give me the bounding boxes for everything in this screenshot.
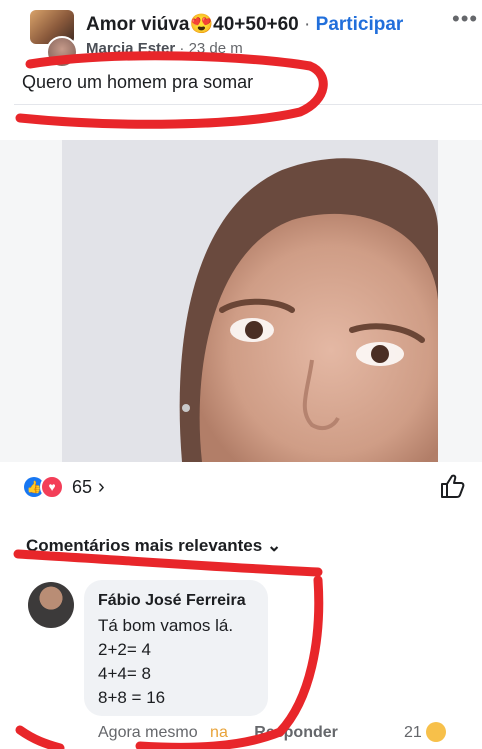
photo-illustration: [62, 140, 438, 462]
group-name-link[interactable]: Amor viúva: [86, 14, 189, 35]
more-options-icon[interactable]: •••: [452, 6, 478, 32]
comment-actions: Agora mesmo na Responder: [98, 724, 338, 742]
chevron-right-icon: ›: [98, 475, 105, 498]
comment-reply-button[interactable]: Responder: [254, 724, 338, 741]
comment-like-button[interactable]: na: [210, 724, 228, 741]
comment-reaction-count: 21: [404, 724, 422, 741]
reaction-summary[interactable]: 👍 ♥ 65 ›: [24, 475, 105, 499]
thumbs-up-icon: [441, 474, 465, 498]
comment-line: 8+8 = 16: [98, 688, 166, 707]
divider: [14, 104, 482, 105]
author-name-link[interactable]: Marcia Ester: [86, 40, 175, 57]
comment-line: Tá bom vamos lá.: [98, 616, 234, 635]
commenter-avatar[interactable]: [28, 582, 74, 628]
laughing-emoji-icon: [426, 722, 446, 742]
post-date[interactable]: 23 de m: [189, 40, 243, 57]
commenter-name[interactable]: Fábio José Ferreira: [98, 592, 246, 610]
reaction-count: 65: [72, 476, 93, 497]
author-avatar[interactable]: [46, 36, 78, 68]
join-button[interactable]: Participar: [316, 14, 404, 35]
comment-sort-dropdown[interactable]: Comentários mais relevantes ⌄: [26, 536, 281, 556]
comment-sort-label: Comentários mais relevantes: [26, 536, 263, 555]
emoji-icon: 😍: [189, 14, 214, 35]
heart-icon: ♥: [40, 475, 64, 499]
post-header-title: Amor viúva😍40+50+60 · Participar: [86, 12, 403, 36]
comment-time[interactable]: Agora mesmo: [98, 724, 198, 741]
post-text: Quero um homem pra somar: [22, 72, 254, 92]
comment-line: 2+2= 4: [98, 640, 151, 659]
post-photo[interactable]: [62, 140, 438, 462]
post-meta: Marcia Ester · 23 de m: [86, 40, 243, 57]
comment-line: 4+4= 8: [98, 664, 151, 683]
separator: ·: [179, 40, 185, 57]
group-tag[interactable]: 40+50+60: [213, 14, 299, 35]
like-button[interactable]: [438, 472, 466, 500]
chevron-down-icon: ⌄: [266, 536, 282, 555]
separator: ·: [304, 14, 311, 35]
